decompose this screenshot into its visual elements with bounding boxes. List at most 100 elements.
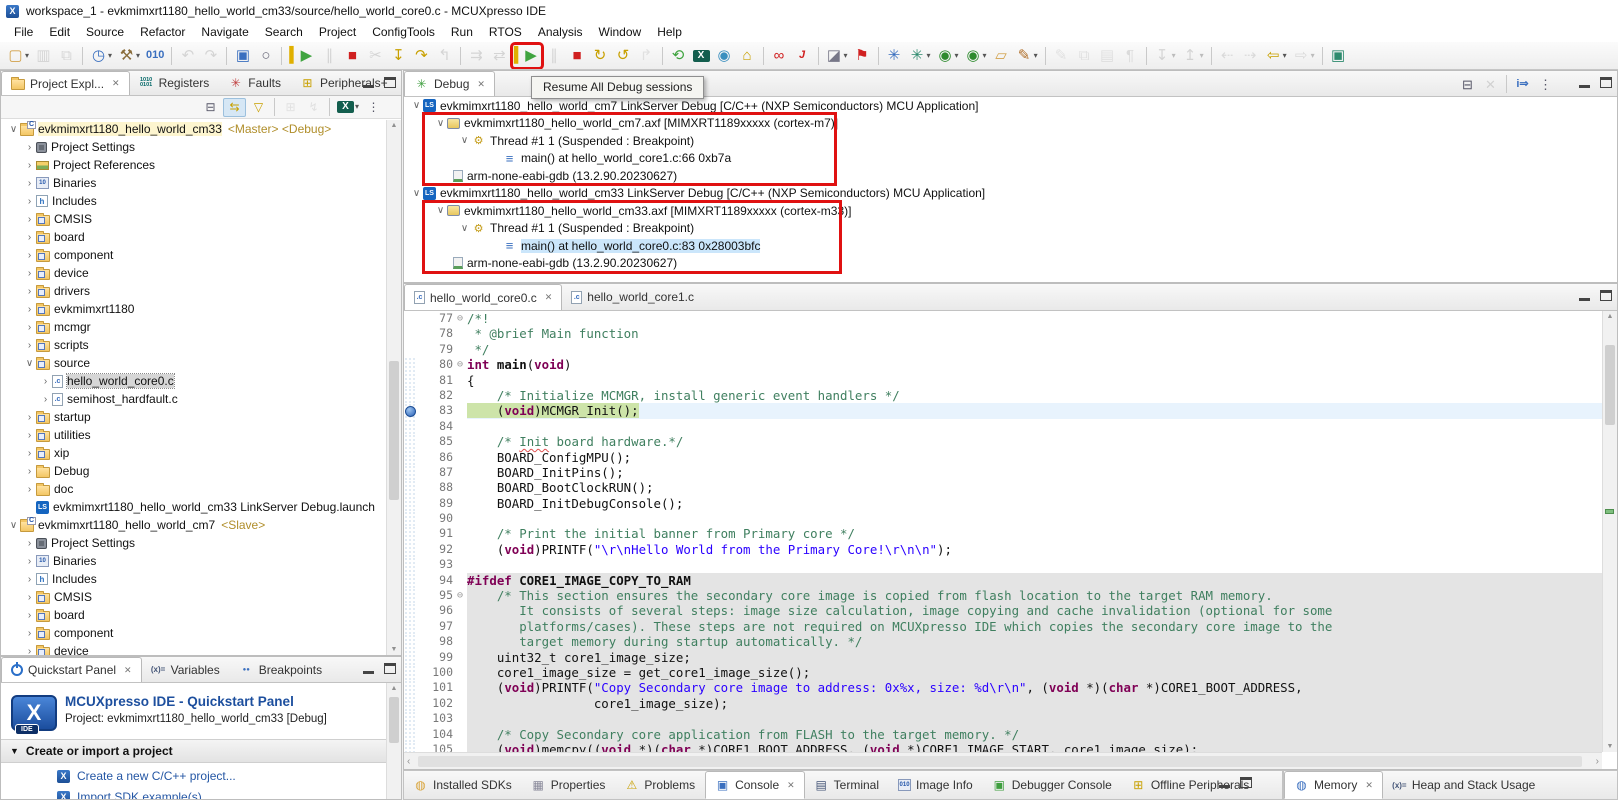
tab-quickstart-panel[interactable]: Quickstart Panel✕ (1, 657, 142, 682)
expander-icon[interactable]: ∨ (410, 188, 423, 199)
back-button[interactable]: ⇦▾ (1263, 44, 1289, 68)
expander-icon[interactable]: › (23, 430, 36, 441)
tree-item-component[interactable]: ›component (1, 246, 386, 264)
fold-icon[interactable]: ⊖ (453, 588, 467, 603)
tree-item-xip[interactable]: ›xip (1, 444, 386, 462)
code-line-98[interactable]: 98 target memory during startup automati… (404, 634, 1602, 649)
expander-icon[interactable]: › (23, 412, 36, 423)
tree-item-doc[interactable]: ›doc (1, 480, 386, 498)
tree-item-project-settings[interactable]: ›Project Settings (1, 534, 386, 552)
close-icon[interactable]: ✕ (1365, 780, 1373, 791)
code-line-99[interactable]: 99 uint32_t core1_image_size; (404, 650, 1602, 665)
reset-button[interactable]: ⟲ (668, 44, 689, 68)
filter-button[interactable]: ▽ (248, 98, 269, 117)
jlink-button[interactable]: J (792, 44, 813, 68)
terminate-all-button[interactable]: ■ (567, 44, 588, 68)
format-brush-button[interactable]: ✎▾ (1014, 44, 1040, 68)
link-doc-button[interactable]: ⧉ (1074, 44, 1095, 68)
quickstart-scrollbar[interactable]: ▲ (386, 683, 401, 799)
view-menu-button[interactable]: ⋮ (363, 98, 384, 117)
redo-button[interactable]: ↷ (200, 44, 221, 68)
expander-icon[interactable]: › (39, 376, 52, 387)
expander-icon[interactable]: › (23, 592, 36, 603)
expander-icon[interactable]: › (23, 178, 36, 189)
scroll-left-icon[interactable]: ‹ (407, 756, 410, 767)
close-icon[interactable]: ✕ (112, 78, 120, 89)
expander-icon[interactable]: › (23, 322, 36, 333)
expander-icon[interactable]: › (23, 268, 36, 279)
code-line-95[interactable]: 95⊖ /* This section ensures the secondar… (404, 588, 1602, 603)
scroll-down-icon[interactable]: ▼ (387, 646, 401, 653)
run-app-alt-button[interactable]: ◉▾ (963, 44, 989, 68)
tree-item-component[interactable]: ›component (1, 624, 386, 642)
tree-item-evkmimxrt1180-hello-world-cm33-linkserver-debug-launch[interactable]: LSevkmimxrt1180_hello_world_cm33 LinkSer… (1, 498, 386, 516)
tree-item-cmsis[interactable]: ›CMSIS (1, 210, 386, 228)
next-edit-location-button[interactable]: ⇢ (1240, 44, 1261, 68)
quickstart-link-create-a-new-c-c-project[interactable]: XCreate a new C/C++ project... (57, 769, 236, 783)
suspend-button[interactable]: ∥ (319, 44, 340, 68)
forward-button[interactable]: ⇨▾ (1291, 44, 1317, 68)
menu-edit[interactable]: Edit (41, 23, 78, 41)
debug-node-evkmimxrt1180-hello-world-cm33-axf-mimx[interactable]: ∨evkmimxrt1180_hello_world_cm33.axf [MIM… (404, 202, 1617, 220)
tree-item-mcmgr[interactable]: ›mcmgr (1, 318, 386, 336)
expander-icon[interactable]: › (23, 142, 36, 153)
debug-node-thread-1-1-suspended-breakpoint[interactable]: ∨⚙Thread #1 1 (Suspended : Breakpoint) (404, 132, 1617, 150)
expander-icon[interactable]: › (39, 394, 52, 405)
quickstart-link-import-sdk-example-s[interactable]: XImport SDK example(s) (57, 790, 236, 799)
tab-console[interactable]: ▣Console✕ (705, 771, 805, 799)
mcux-actions-button[interactable]: X▾ (335, 98, 361, 117)
tree-item-drivers[interactable]: ›drivers (1, 282, 386, 300)
build-button[interactable]: ⚒▾ (116, 44, 142, 68)
tree-item-device[interactable]: ›device (1, 264, 386, 282)
fold-icon[interactable]: ⊖ (453, 311, 467, 326)
maximize-icon[interactable] (1240, 777, 1252, 788)
minimize-icon[interactable] (1219, 778, 1230, 788)
tab-breakpoints[interactable]: ●●Breakpoints (230, 657, 332, 682)
menu-source[interactable]: Source (78, 23, 132, 41)
scroll-up-icon[interactable]: ▲ (1603, 313, 1617, 320)
close-icon[interactable]: ✕ (787, 780, 795, 791)
binary-file-button[interactable]: 010 (144, 44, 166, 68)
tree-item-debug[interactable]: ›Debug (1, 462, 386, 480)
tab-variables[interactable]: (x)=Variables (142, 657, 230, 682)
editor-tab-hello-world-core0-c[interactable]: .chello_world_core0.c✕ (404, 284, 562, 310)
code-line-78[interactable]: 78 * @brief Main function (404, 326, 1602, 341)
mark-occurrences-button[interactable]: ✎ (1051, 44, 1072, 68)
expander-icon[interactable]: › (23, 556, 36, 567)
close-icon[interactable]: ✕ (545, 292, 553, 303)
editor-horizontal-scrollbar[interactable]: ‹ › (404, 752, 1602, 769)
code-line-104[interactable]: 104 /* Copy Secondary core application f… (404, 727, 1602, 742)
close-icon[interactable]: ✕ (124, 665, 132, 676)
menu-refactor[interactable]: Refactor (132, 23, 193, 41)
tab-registers[interactable]: 1010 0101Registers (130, 71, 220, 95)
collapse-all-button[interactable]: ⊟ (200, 98, 221, 117)
save-all-button[interactable]: ⧉ (56, 44, 77, 68)
tab-project-expl[interactable]: Project Expl...✕ (1, 71, 130, 95)
code-editor[interactable]: 77⊖/*!78 * @brief Main function79 */80⊖i… (404, 311, 1602, 752)
code-line-101[interactable]: 101 (void)PRINTF("Copy Secondary core im… (404, 680, 1602, 695)
code-line-91[interactable]: 91 /* Print the initial banner from Prim… (404, 526, 1602, 541)
tree-item-scripts[interactable]: ›scripts (1, 336, 386, 354)
instruction-stepping-button[interactable]: ⇉ (466, 44, 487, 68)
debug-remote-1-button[interactable]: ✳ (884, 44, 905, 68)
tree-item-includes[interactable]: ›hIncludes (1, 570, 386, 588)
expander-icon[interactable]: ∨ (7, 124, 20, 135)
home-button[interactable]: ⌂ (737, 44, 758, 68)
gui-flash-tool-button[interactable]: ⚑ (852, 44, 873, 68)
menu-file[interactable]: File (6, 23, 41, 41)
scroll-down-icon[interactable]: ▼ (1603, 743, 1617, 750)
tab-terminal[interactable]: ▤Terminal (805, 771, 889, 799)
step-out-button[interactable]: ↱ (636, 44, 657, 68)
previous-annotation-button[interactable]: ↥▾ (1180, 44, 1206, 68)
expander-icon[interactable]: › (23, 484, 36, 495)
quickstart-section-header[interactable]: ▼ Create or import a project (1, 739, 386, 763)
code-line-85[interactable]: 85 /* Init board hardware.*/ (404, 434, 1602, 449)
code-line-79[interactable]: 79 */ (404, 342, 1602, 357)
show-doc-button[interactable]: ▤ (1097, 44, 1118, 68)
code-line-90[interactable]: 90 (404, 511, 1602, 526)
tree-item-binaries[interactable]: ›10Binaries (1, 552, 386, 570)
code-line-103[interactable]: 103 (404, 711, 1602, 726)
tab-heap-and-stack-usage[interactable]: (x)=Heap and Stack Usage (1383, 771, 1545, 799)
menu-search[interactable]: Search (257, 23, 311, 41)
remove-terminated-button[interactable]: ✕ (1480, 74, 1501, 94)
